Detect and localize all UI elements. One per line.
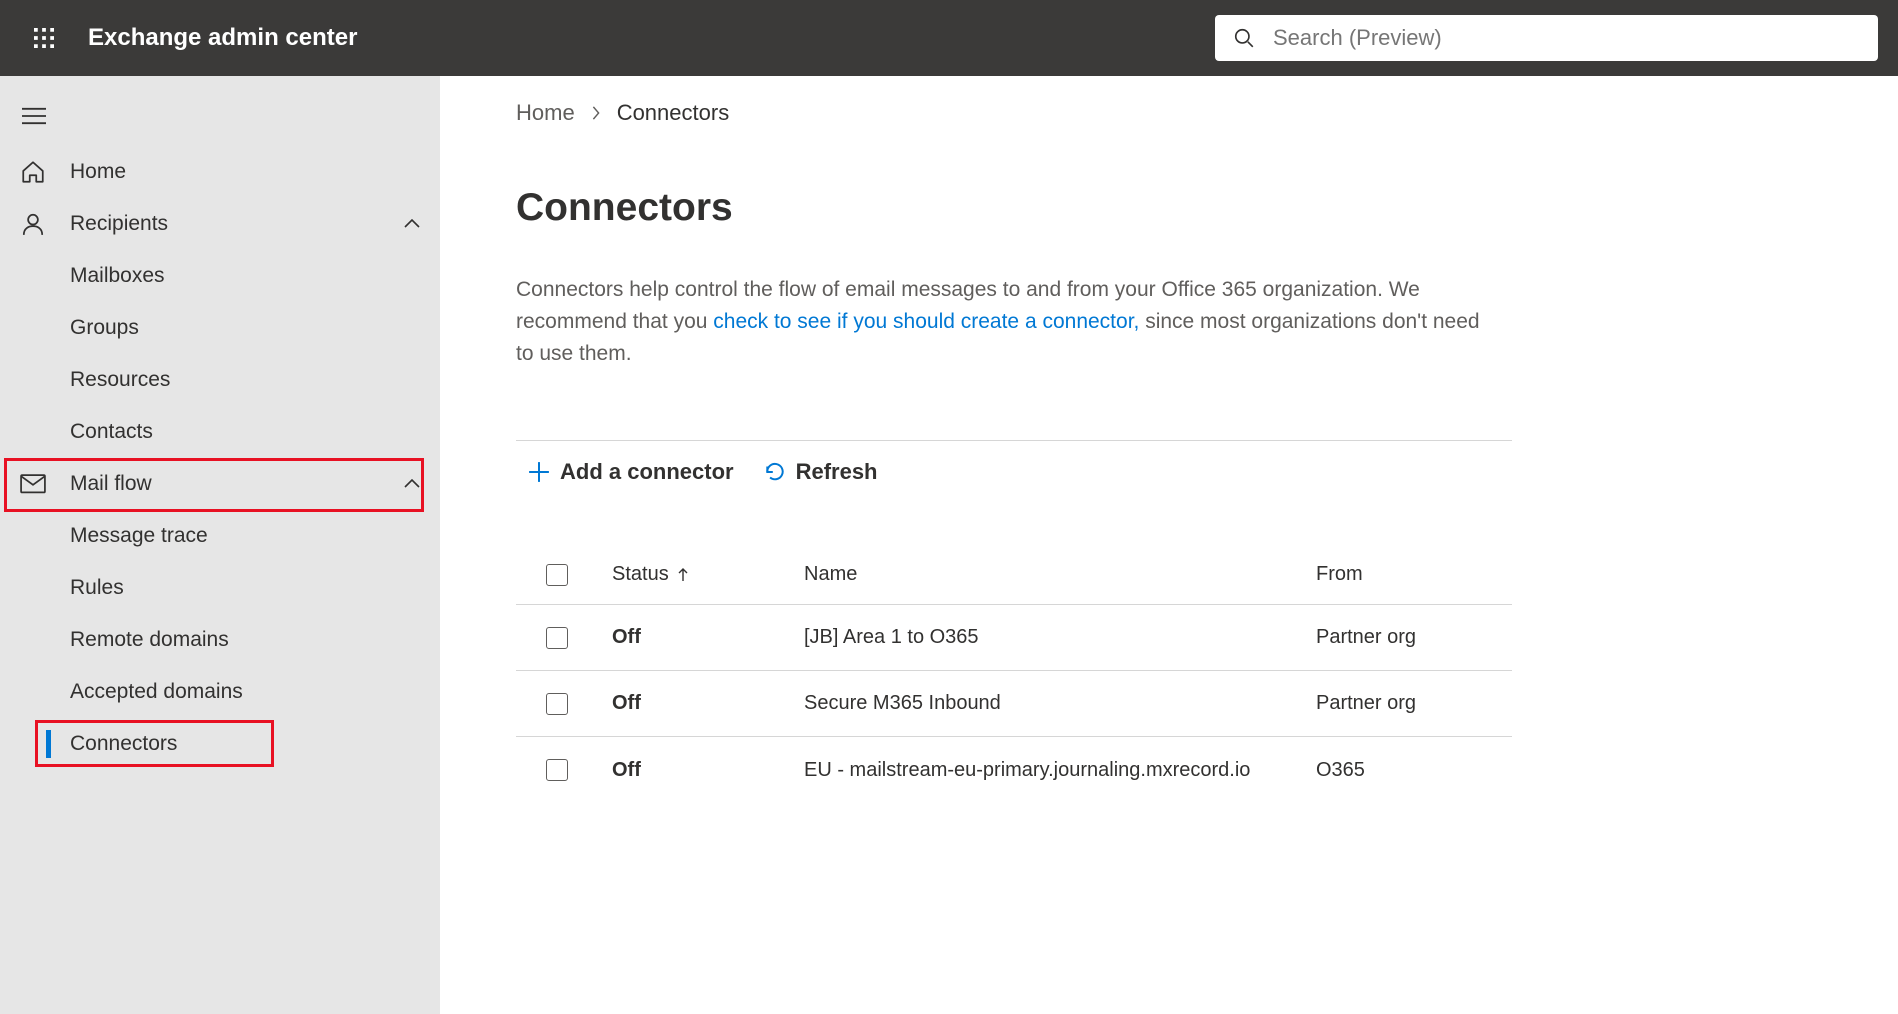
sidebar-item-home[interactable]: Home <box>0 146 440 198</box>
sidebar-item-label: Mailboxes <box>70 264 165 288</box>
sidebar-item-label: Remote domains <box>70 628 229 652</box>
chevron-up-icon <box>404 479 420 489</box>
name-cell: [JB] Area 1 to O365 <box>804 626 1316 649</box>
hamburger-button[interactable] <box>10 92 58 140</box>
from-cell: Partner org <box>1316 626 1566 649</box>
sidebar-item-label: Home <box>70 160 126 184</box>
breadcrumb-current: Connectors <box>617 100 730 126</box>
table-row[interactable]: Off [JB] Area 1 to O365 Partner org <box>516 605 1512 671</box>
status-cell: Off <box>612 626 804 649</box>
sidebar: Home Recipients Mailboxes Groups Resourc… <box>0 76 440 1014</box>
sidebar-item-contacts[interactable]: Contacts <box>0 406 440 458</box>
sidebar-item-mailboxes[interactable]: Mailboxes <box>0 250 440 302</box>
sidebar-item-resources[interactable]: Resources <box>0 354 440 406</box>
table-row[interactable]: Off EU - mailstream-eu-primary.journalin… <box>516 737 1512 803</box>
app-title: Exchange admin center <box>88 24 357 52</box>
sidebar-item-label: Rules <box>70 576 124 600</box>
sidebar-item-label: Mail flow <box>70 472 152 496</box>
status-cell: Off <box>612 759 804 782</box>
plus-icon <box>528 461 550 483</box>
row-checkbox[interactable] <box>546 759 568 781</box>
waffle-icon <box>34 28 54 48</box>
sidebar-item-mail-flow[interactable]: Mail flow <box>0 458 440 510</box>
add-connector-button[interactable]: Add a connector <box>528 459 734 485</box>
search-box[interactable] <box>1215 15 1878 61</box>
name-cell: Secure M365 Inbound <box>804 692 1316 715</box>
refresh-icon <box>764 461 786 483</box>
sidebar-item-rules[interactable]: Rules <box>0 562 440 614</box>
search-icon <box>1233 27 1255 49</box>
sidebar-item-message-trace[interactable]: Message trace <box>0 510 440 562</box>
sidebar-item-label: Groups <box>70 316 139 340</box>
from-cell: Partner org <box>1316 692 1566 715</box>
person-icon <box>20 211 46 237</box>
mail-icon <box>20 471 46 497</box>
sidebar-item-groups[interactable]: Groups <box>0 302 440 354</box>
status-cell: Off <box>612 692 804 715</box>
app-launcher-button[interactable] <box>20 14 68 62</box>
column-label: From <box>1316 563 1363 586</box>
column-label: Status <box>612 563 669 586</box>
sidebar-item-accepted-domains[interactable]: Accepted domains <box>0 666 440 718</box>
chevron-right-icon <box>589 106 603 120</box>
sidebar-item-label: Resources <box>70 368 170 392</box>
check-connector-link[interactable]: check to see if you should create a conn… <box>713 310 1139 333</box>
row-checkbox[interactable] <box>546 693 568 715</box>
sidebar-item-connectors[interactable]: Connectors <box>0 718 440 770</box>
sort-ascending-icon <box>677 568 689 582</box>
chevron-up-icon <box>404 219 420 229</box>
row-checkbox[interactable] <box>546 627 568 649</box>
sidebar-item-remote-domains[interactable]: Remote domains <box>0 614 440 666</box>
table-header: Status Name From <box>516 545 1512 605</box>
sidebar-item-label: Message trace <box>70 524 208 548</box>
home-icon <box>20 159 46 185</box>
from-cell: O365 <box>1316 759 1566 782</box>
name-cell: EU - mailstream-eu-primary.journaling.mx… <box>804 759 1316 782</box>
connectors-table: Status Name From Off [JB] Area <box>516 545 1512 803</box>
sidebar-item-recipients[interactable]: Recipients <box>0 198 440 250</box>
column-header-status[interactable]: Status <box>612 563 804 586</box>
toolbar-label: Refresh <box>796 459 878 485</box>
page-title: Connectors <box>516 186 1512 230</box>
table-row[interactable]: Off Secure M365 Inbound Partner org <box>516 671 1512 737</box>
sidebar-item-label: Contacts <box>70 420 153 444</box>
search-input[interactable] <box>1273 25 1860 51</box>
breadcrumb: Home Connectors <box>516 100 1512 126</box>
toolbar-label: Add a connector <box>560 459 734 485</box>
column-header-name[interactable]: Name <box>804 563 1316 586</box>
hamburger-icon <box>22 107 46 125</box>
refresh-button[interactable]: Refresh <box>764 459 878 485</box>
sidebar-item-label: Accepted domains <box>70 680 243 704</box>
sidebar-item-label: Recipients <box>70 212 168 236</box>
sidebar-item-label: Connectors <box>70 732 177 756</box>
page-description: Connectors help control the flow of emai… <box>516 274 1491 370</box>
column-label: Name <box>804 563 857 586</box>
breadcrumb-home[interactable]: Home <box>516 100 575 126</box>
column-header-from[interactable]: From <box>1316 563 1566 586</box>
select-all-checkbox[interactable] <box>546 564 568 586</box>
